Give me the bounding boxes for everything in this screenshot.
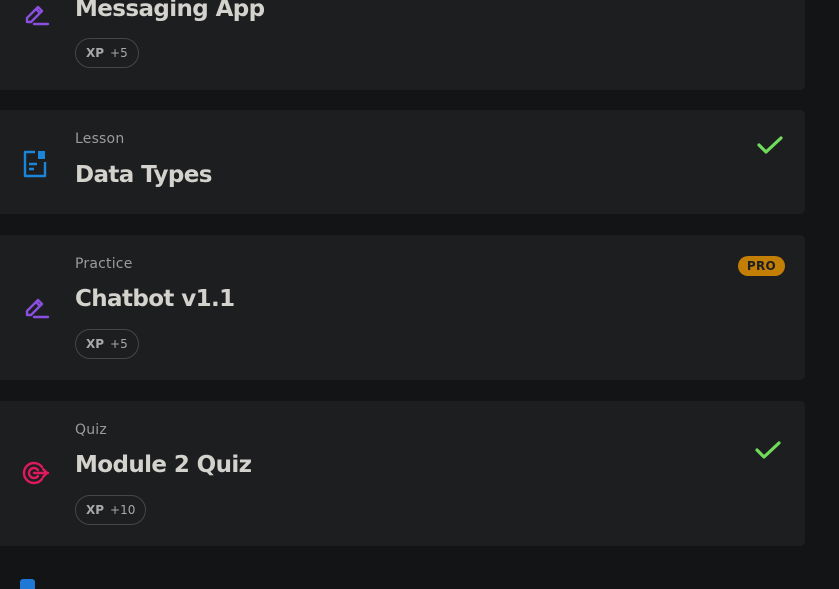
xp-label: XP: [86, 46, 105, 60]
list-item-module-2-quiz[interactable]: Quiz Module 2 Quiz XP +10: [0, 401, 805, 546]
xp-badge: XP +10: [75, 495, 147, 525]
item-title: Chatbot v1.1: [75, 286, 235, 312]
item-kind: Lesson: [75, 131, 125, 147]
item-title: Messaging App: [75, 0, 265, 22]
xp-label: XP: [86, 337, 105, 351]
list-item-chatbot[interactable]: Practice Chatbot v1.1 PRO XP +5: [0, 235, 805, 380]
item-kind: Quiz: [75, 422, 107, 438]
xp-points: +10: [110, 503, 136, 517]
xp-badge: XP +5: [75, 329, 139, 359]
pencil-icon: [20, 0, 50, 28]
check-icon: [755, 130, 785, 160]
pencil-icon: [20, 291, 50, 321]
document-icon: [20, 579, 35, 589]
xp-badge: XP +5: [75, 38, 139, 68]
document-icon: [20, 148, 50, 178]
list-item-messaging-app[interactable]: Messaging App XP +5: [0, 0, 805, 90]
pro-badge: PRO: [738, 256, 785, 276]
xp-label: XP: [86, 503, 105, 517]
xp-points: +5: [110, 337, 128, 351]
item-title: Module 2 Quiz: [75, 452, 252, 478]
list-item-next-peek[interactable]: [0, 573, 839, 589]
item-kind: Practice: [75, 256, 133, 272]
check-icon: [753, 435, 783, 465]
xp-points: +5: [110, 46, 128, 60]
item-title: Data Types: [75, 162, 212, 188]
list-item-data-types[interactable]: Lesson Data Types: [0, 110, 805, 214]
target-icon: [20, 458, 50, 488]
